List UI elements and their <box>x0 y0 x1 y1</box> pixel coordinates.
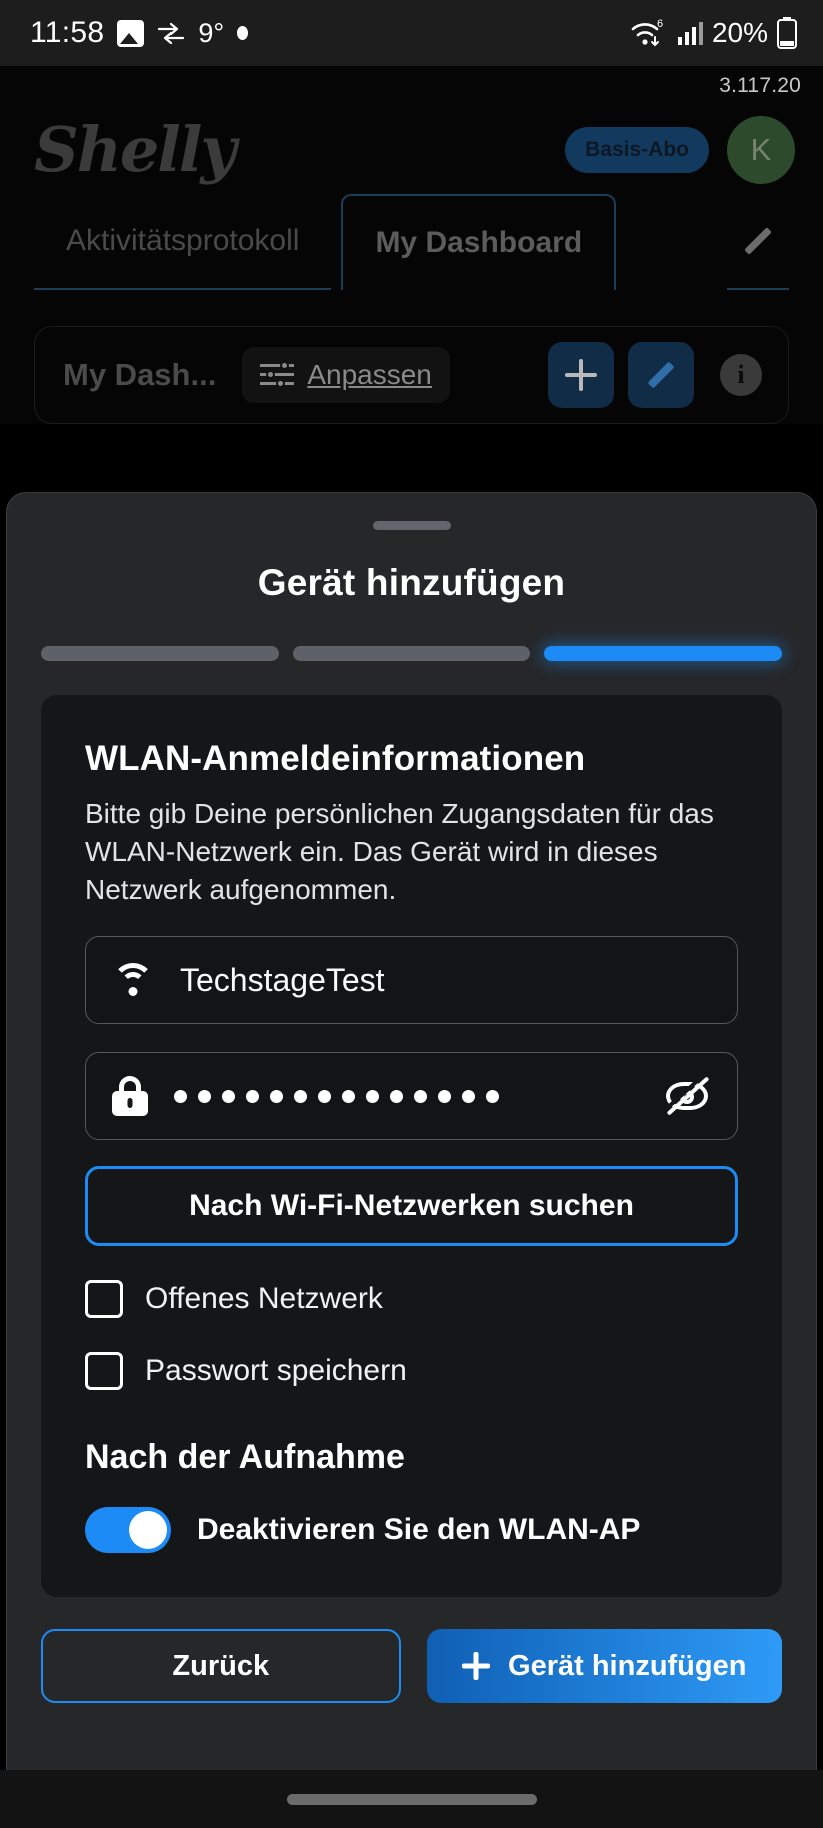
save-password-row[interactable]: Passwort speichern <box>85 1352 738 1391</box>
add-device-button[interactable]: Gerät hinzufügen <box>426 1629 782 1704</box>
progress-step-2 <box>292 646 531 661</box>
dashboard-toolbar: My Dash... Anpassen i <box>34 326 789 424</box>
status-bar-right: 6 20% <box>630 17 797 49</box>
password-masked-value <box>174 1089 637 1103</box>
photo-icon <box>117 19 145 47</box>
open-network-checkbox[interactable] <box>85 1280 123 1319</box>
customize-label: Anpassen <box>307 359 432 390</box>
disable-ap-label: Deaktivieren Sie den WLAN-AP <box>197 1513 641 1547</box>
save-password-checkbox[interactable] <box>85 1352 123 1391</box>
status-battery-text: 20% <box>711 17 768 48</box>
sheet-drag-handle[interactable] <box>372 521 451 530</box>
wifi-icon <box>112 963 154 997</box>
avatar[interactable]: K <box>727 116 795 184</box>
system-nav-bar <box>0 1770 823 1828</box>
edit-dashboard-button[interactable] <box>628 342 694 408</box>
pencil-icon <box>645 359 677 391</box>
tab-activity-log[interactable]: Aktivitätsprotokoll <box>34 194 332 290</box>
status-bar-left: 11:58 9° <box>30 16 249 50</box>
open-network-label: Offenes Netzwerk <box>145 1282 383 1316</box>
add-widget-button[interactable] <box>548 342 614 408</box>
disable-ap-row[interactable]: Deaktivieren Sie den WLAN-AP <box>85 1507 738 1554</box>
subscription-badge[interactable]: Basis-Abo <box>565 127 709 173</box>
sheet-footer: Zurück Gerät hinzufügen <box>41 1629 782 1723</box>
dashboard-title: My Dash... <box>63 357 217 392</box>
progress-step-3 <box>544 646 783 661</box>
wifi6-icon: 6 <box>631 18 663 47</box>
app-header-area: 3.117.20 Shelly Basis-Abo K Aktivitätspr… <box>0 66 823 424</box>
status-temperature: 9° <box>198 17 225 48</box>
home-indicator[interactable] <box>286 1793 537 1805</box>
pencil-icon <box>741 224 775 258</box>
ssid-input[interactable]: TechstageTest <box>85 936 738 1025</box>
add-device-sheet: Gerät hinzufügen WLAN-Anmeldeinformation… <box>6 492 817 1828</box>
sliders-icon <box>260 361 295 389</box>
add-device-label: Gerät hinzufügen <box>508 1649 747 1682</box>
open-network-row[interactable]: Offenes Netzwerk <box>85 1280 738 1319</box>
tab-bar: Aktivitätsprotokoll My Dashboard <box>0 194 823 290</box>
plus-icon <box>565 359 597 391</box>
save-password-label: Passwort speichern <box>145 1354 407 1388</box>
cellular-signal-icon <box>677 22 703 45</box>
info-icon: i <box>720 354 762 396</box>
ssid-value: TechstageTest <box>180 961 385 998</box>
app-header: Shelly Basis-Abo K <box>0 98 823 194</box>
progress-step-1 <box>41 646 279 661</box>
dot-icon <box>237 26 249 40</box>
plus-icon <box>462 1652 490 1680</box>
disable-ap-toggle[interactable] <box>85 1507 171 1554</box>
password-input[interactable] <box>85 1052 738 1141</box>
phone-screen: 11:58 9° 6 20% 3.117.20 Shelly Basis-Abo… <box>0 0 823 1828</box>
customize-button[interactable]: Anpassen <box>242 347 450 403</box>
transfer-icon <box>158 22 185 44</box>
eye-off-icon[interactable] <box>663 1076 711 1116</box>
sheet-title: Gerät hinzufügen <box>257 562 566 603</box>
scan-wifi-button[interactable]: Nach Wi-Fi-Netzwerken suchen <box>85 1166 738 1247</box>
tab-my-dashboard[interactable]: My Dashboard <box>341 194 617 290</box>
tab-edit-button[interactable] <box>727 194 789 290</box>
app-version: 3.117.20 <box>719 74 801 97</box>
battery-icon <box>777 17 797 49</box>
wifi-credentials-card: WLAN-Anmeldeinformationen Bitte gib Dein… <box>41 695 782 1598</box>
card-heading: WLAN-Anmeldeinformationen <box>85 739 586 778</box>
status-bar: 11:58 9° 6 20% <box>0 0 823 66</box>
header-actions: Basis-Abo K <box>565 116 795 184</box>
shelly-logo: Shelly <box>34 113 236 186</box>
step-progress <box>41 646 783 661</box>
card-description: Bitte gib Deine persönlichen Zugangsdate… <box>85 798 714 905</box>
lock-icon <box>112 1076 148 1117</box>
dashboard-info-button[interactable]: i <box>708 342 774 408</box>
back-button[interactable]: Zurück <box>41 1629 401 1704</box>
after-section-heading: Nach der Aufnahme <box>85 1438 405 1477</box>
svg-text:6: 6 <box>657 18 663 30</box>
status-time: 11:58 <box>30 16 105 49</box>
